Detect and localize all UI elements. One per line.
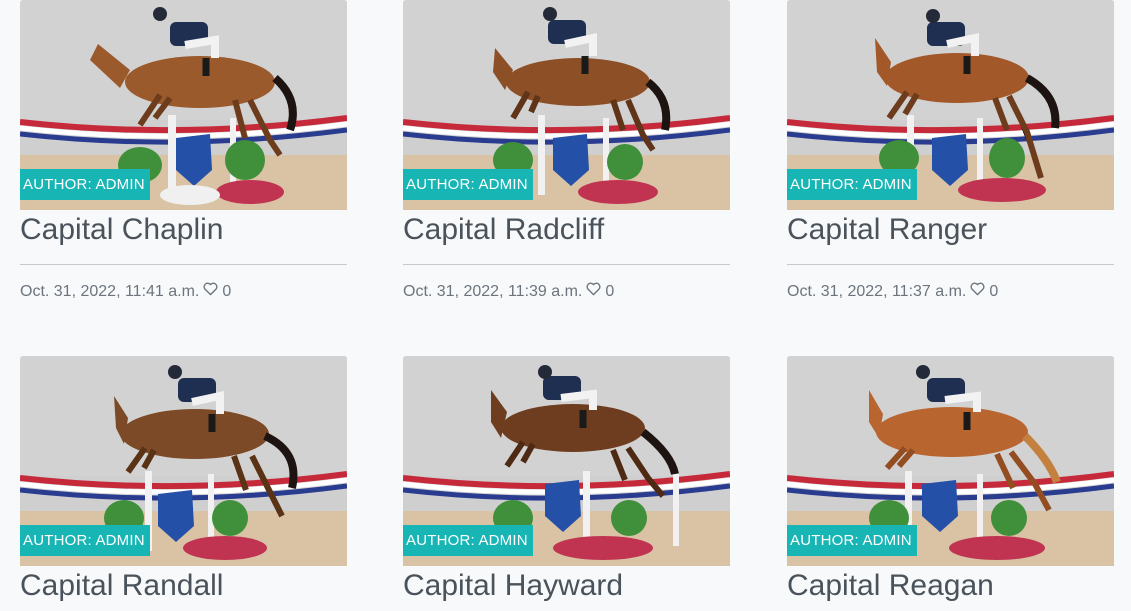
author-badge[interactable]: AUTHOR: ADMIN bbox=[20, 525, 150, 556]
post-title[interactable]: Capital Ranger bbox=[787, 210, 1114, 247]
post-image[interactable]: AUTHOR: ADMIN bbox=[403, 0, 730, 210]
post-card[interactable]: AUTHOR: ADMIN Capital Ranger Oct. 31, 20… bbox=[787, 0, 1114, 301]
post-card[interactable]: AUTHOR: ADMIN Capital Hayward bbox=[403, 356, 730, 603]
post-meta: Oct. 31, 2022, 11:37 a.m. 0 bbox=[787, 282, 1114, 301]
post-title[interactable]: Capital Hayward bbox=[403, 566, 730, 603]
author-badge[interactable]: AUTHOR: ADMIN bbox=[787, 169, 917, 200]
post-meta: Oct. 31, 2022, 11:41 a.m. 0 bbox=[20, 282, 347, 301]
post-grid: AUTHOR: ADMIN Capital Chaplin Oct. 31, 2… bbox=[0, 0, 1131, 611]
author-badge[interactable]: AUTHOR: ADMIN bbox=[403, 525, 533, 556]
like-count: 0 bbox=[989, 282, 999, 300]
post-date: Oct. 31, 2022, 11:41 a.m. bbox=[20, 282, 200, 300]
post-image[interactable]: AUTHOR: ADMIN bbox=[20, 0, 347, 210]
card-divider bbox=[787, 264, 1114, 265]
post-title[interactable]: Capital Randall bbox=[20, 566, 347, 603]
post-card[interactable]: AUTHOR: ADMIN Capital Chaplin Oct. 31, 2… bbox=[20, 0, 347, 301]
post-title[interactable]: Capital Chaplin bbox=[20, 210, 347, 247]
like-count: 0 bbox=[605, 282, 615, 300]
post-image[interactable]: AUTHOR: ADMIN bbox=[20, 356, 347, 566]
card-divider bbox=[20, 264, 347, 265]
post-title[interactable]: Capital Radcliff bbox=[403, 210, 730, 247]
post-meta: Oct. 31, 2022, 11:39 a.m. 0 bbox=[403, 282, 730, 301]
post-card[interactable]: AUTHOR: ADMIN Capital Reagan bbox=[787, 356, 1114, 603]
heart-icon[interactable] bbox=[970, 282, 985, 301]
post-date: Oct. 31, 2022, 11:39 a.m. bbox=[403, 282, 583, 300]
like-count: 0 bbox=[222, 282, 232, 300]
post-image[interactable]: AUTHOR: ADMIN bbox=[787, 356, 1114, 566]
post-image[interactable]: AUTHOR: ADMIN bbox=[787, 0, 1114, 210]
author-badge[interactable]: AUTHOR: ADMIN bbox=[20, 169, 150, 200]
post-card[interactable]: AUTHOR: ADMIN Capital Radcliff Oct. 31, … bbox=[403, 0, 730, 301]
post-date: Oct. 31, 2022, 11:37 a.m. bbox=[787, 282, 967, 300]
post-image[interactable]: AUTHOR: ADMIN bbox=[403, 356, 730, 566]
heart-icon[interactable] bbox=[203, 282, 218, 301]
author-badge[interactable]: AUTHOR: ADMIN bbox=[403, 169, 533, 200]
post-card[interactable]: AUTHOR: ADMIN Capital Randall bbox=[20, 356, 347, 603]
author-badge[interactable]: AUTHOR: ADMIN bbox=[787, 525, 917, 556]
post-title[interactable]: Capital Reagan bbox=[787, 566, 1114, 603]
heart-icon[interactable] bbox=[586, 282, 601, 301]
card-divider bbox=[403, 264, 730, 265]
